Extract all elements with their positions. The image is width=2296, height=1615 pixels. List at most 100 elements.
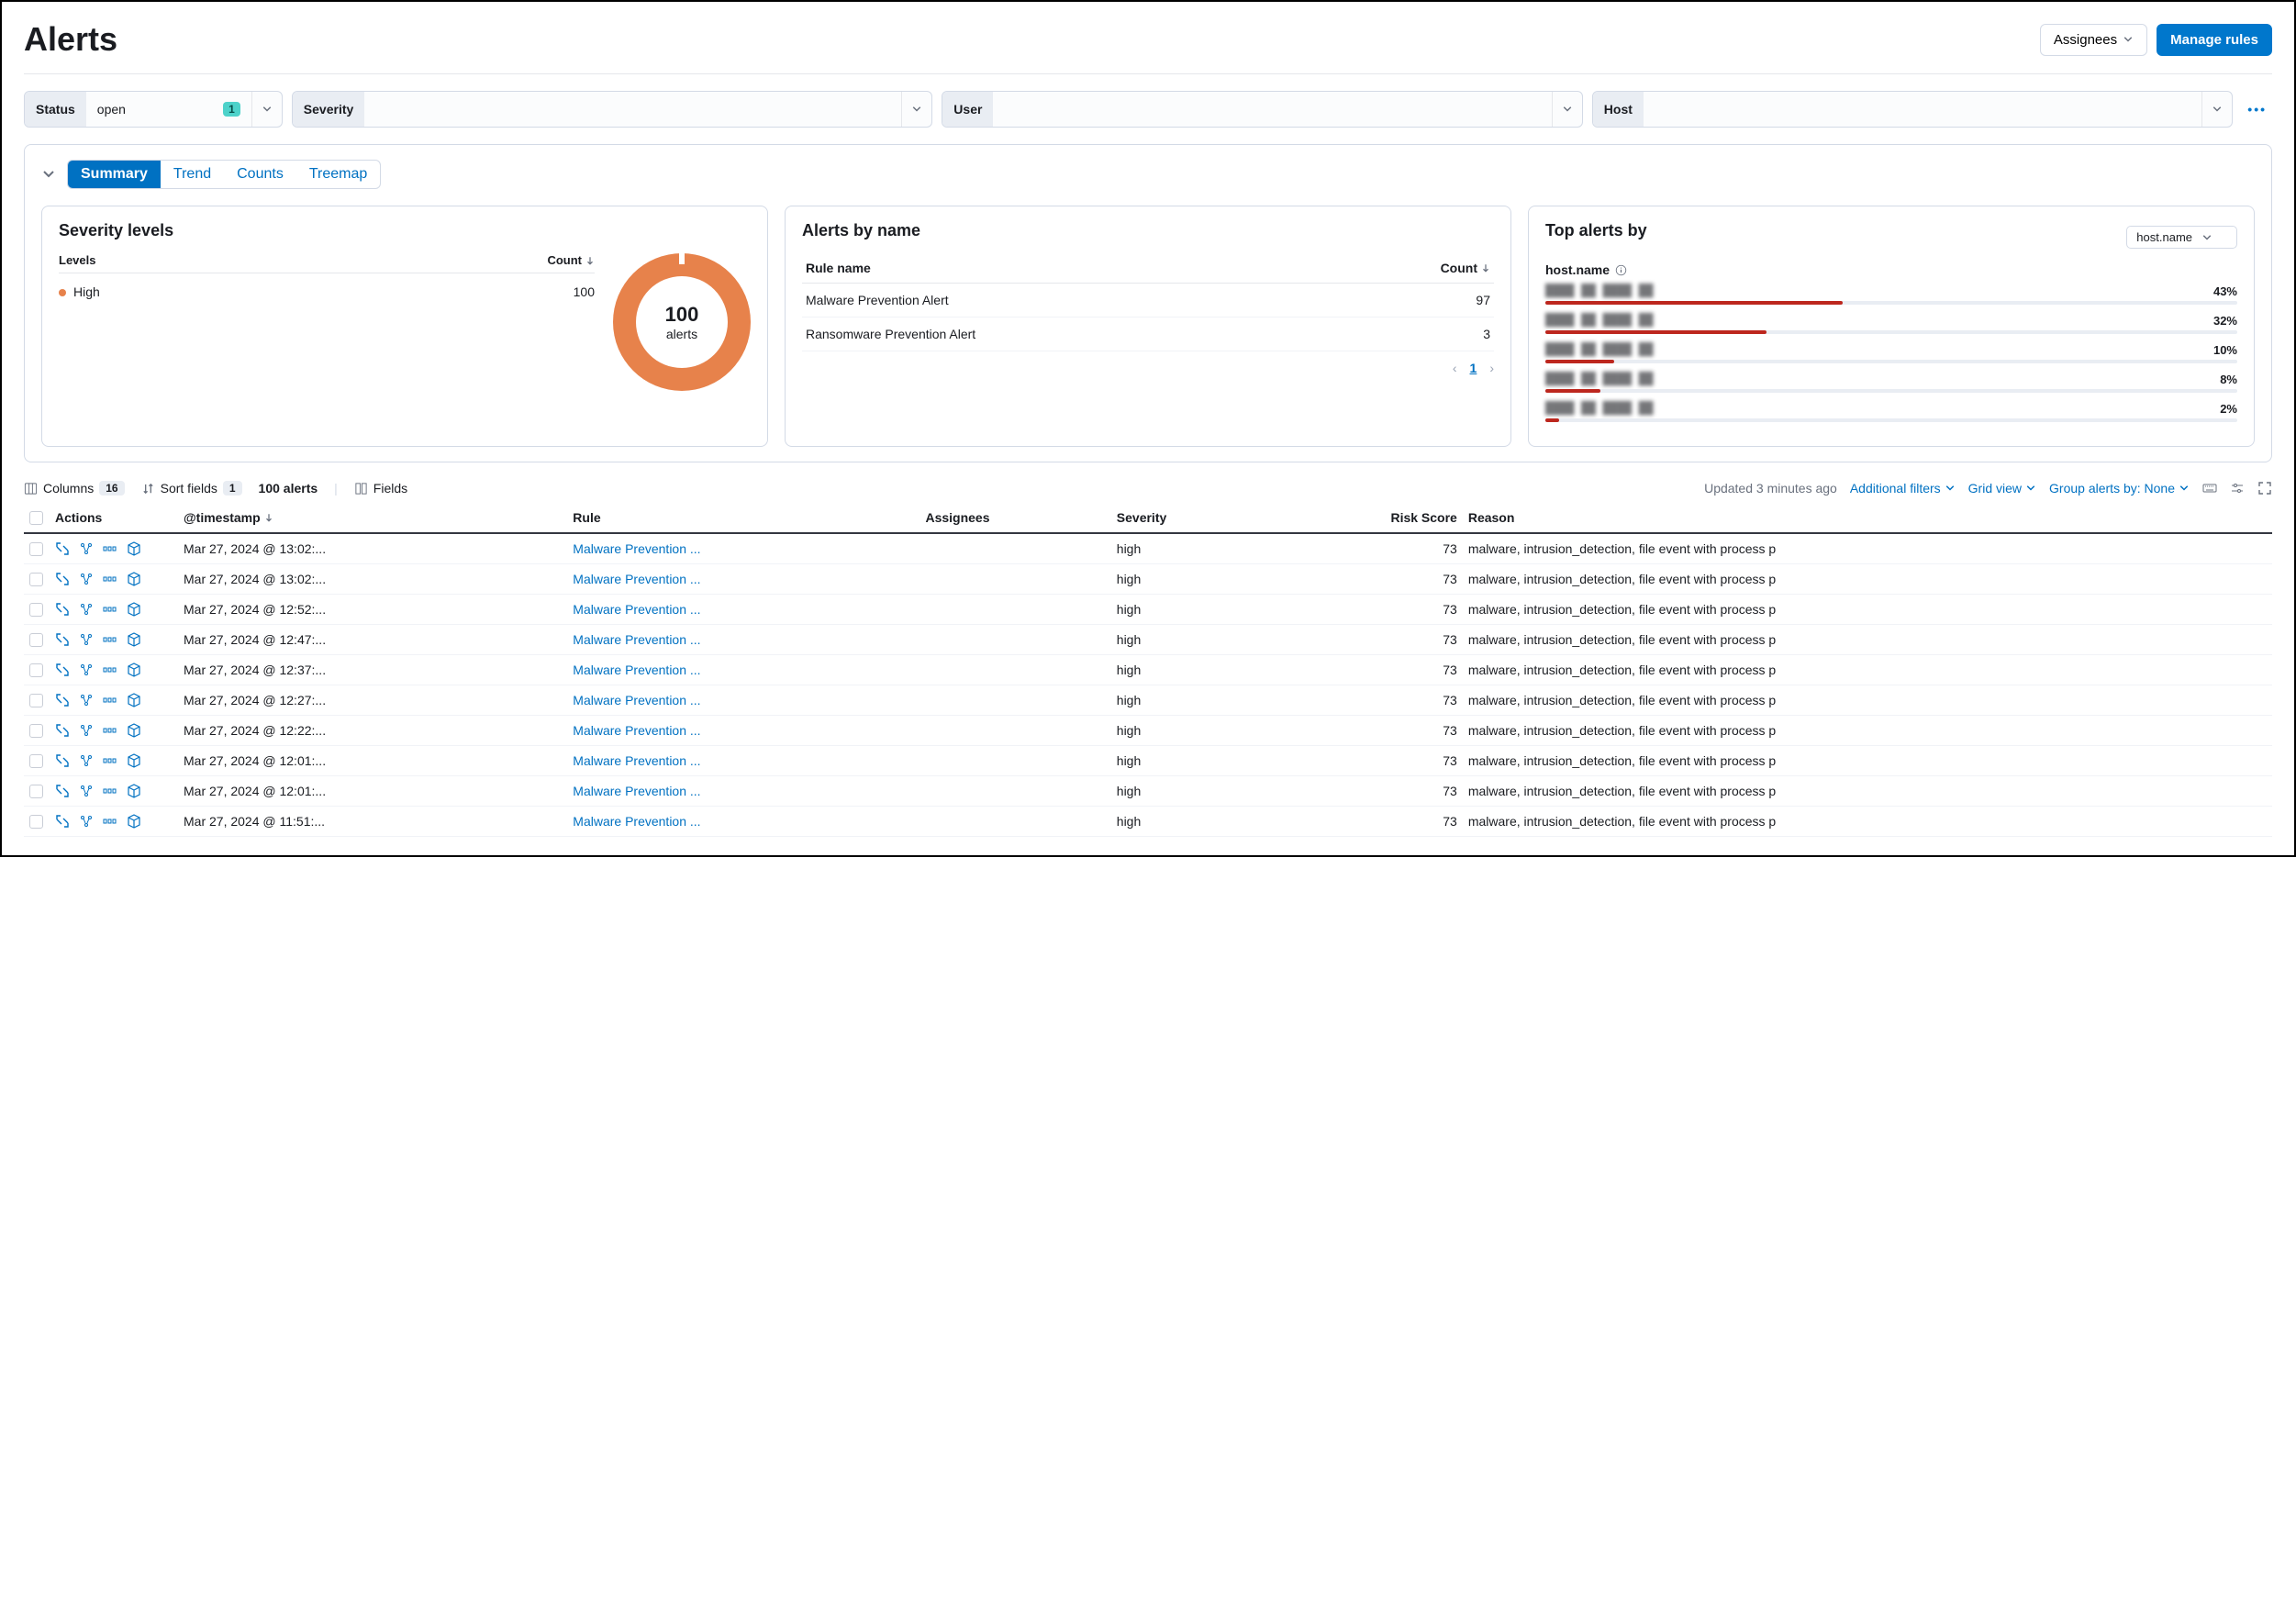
- table-row[interactable]: Mar 27, 2024 @ 12:22:...Malware Preventi…: [24, 716, 2272, 746]
- severity-filter[interactable]: Severity: [292, 91, 933, 128]
- rule-link[interactable]: Malware Prevention ...: [573, 602, 700, 617]
- manage-rules-button[interactable]: Manage rules: [2157, 24, 2272, 56]
- top-alert-bar[interactable]: ████ ██ ████ ██10%: [1545, 343, 2237, 363]
- session-icon[interactable]: [103, 541, 117, 556]
- row-checkbox[interactable]: [29, 663, 43, 677]
- cube-icon[interactable]: [127, 723, 141, 738]
- top-alert-bar[interactable]: ████ ██ ████ ██2%: [1545, 402, 2237, 422]
- analyze-icon[interactable]: [79, 784, 94, 798]
- rule-link[interactable]: Malware Prevention ...: [573, 784, 700, 798]
- row-checkbox[interactable]: [29, 603, 43, 617]
- sort-fields-button[interactable]: Sort fields 1: [141, 481, 242, 496]
- analyze-icon[interactable]: [79, 602, 94, 617]
- fields-button[interactable]: Fields: [354, 481, 407, 496]
- col-risk[interactable]: Risk Score: [1266, 503, 1463, 533]
- col-timestamp[interactable]: @timestamp: [178, 503, 567, 533]
- row-checkbox[interactable]: [29, 694, 43, 707]
- row-checkbox[interactable]: [29, 754, 43, 768]
- rule-link[interactable]: Malware Prevention ...: [573, 814, 700, 829]
- expand-icon[interactable]: [55, 572, 70, 586]
- rule-link[interactable]: Malware Prevention ...: [573, 572, 700, 586]
- session-icon[interactable]: [103, 632, 117, 647]
- pager-next-icon[interactable]: ›: [1489, 361, 1494, 375]
- col-reason[interactable]: Reason: [1463, 503, 2272, 533]
- top-alert-bar[interactable]: ████ ██ ████ ██8%: [1545, 373, 2237, 393]
- session-icon[interactable]: [103, 602, 117, 617]
- cube-icon[interactable]: [127, 663, 141, 677]
- analyze-icon[interactable]: [79, 663, 94, 677]
- row-checkbox[interactable]: [29, 573, 43, 586]
- analyze-icon[interactable]: [79, 541, 94, 556]
- additional-filters-link[interactable]: Additional filters: [1850, 481, 1956, 496]
- expand-icon[interactable]: [55, 723, 70, 738]
- rule-link[interactable]: Malware Prevention ...: [573, 632, 700, 647]
- status-filter[interactable]: Status open 1: [24, 91, 283, 128]
- cube-icon[interactable]: [127, 602, 141, 617]
- keyboard-icon[interactable]: [2202, 481, 2217, 496]
- alerts-by-name-row[interactable]: Malware Prevention Alert97: [802, 284, 1494, 317]
- analyze-icon[interactable]: [79, 632, 94, 647]
- table-row[interactable]: Mar 27, 2024 @ 12:27:...Malware Preventi…: [24, 685, 2272, 716]
- table-row[interactable]: Mar 27, 2024 @ 12:37:...Malware Preventi…: [24, 655, 2272, 685]
- columns-button[interactable]: Columns 16: [24, 481, 125, 496]
- fullscreen-icon[interactable]: [2257, 481, 2272, 496]
- expand-icon[interactable]: [55, 541, 70, 556]
- table-row[interactable]: Mar 27, 2024 @ 12:52:...Malware Preventi…: [24, 595, 2272, 625]
- session-icon[interactable]: [103, 693, 117, 707]
- col-rule[interactable]: Rule: [567, 503, 920, 533]
- row-checkbox[interactable]: [29, 815, 43, 829]
- cube-icon[interactable]: [127, 693, 141, 707]
- col-assignees[interactable]: Assignees: [920, 503, 1110, 533]
- row-checkbox[interactable]: [29, 724, 43, 738]
- table-row[interactable]: Mar 27, 2024 @ 11:51:...Malware Preventi…: [24, 807, 2272, 837]
- sort-down-icon[interactable]: [585, 256, 595, 265]
- settings-sliders-icon[interactable]: [2230, 481, 2245, 496]
- analyze-icon[interactable]: [79, 814, 94, 829]
- analyze-icon[interactable]: [79, 572, 94, 586]
- rule-link[interactable]: Malware Prevention ...: [573, 753, 700, 768]
- expand-icon[interactable]: [55, 753, 70, 768]
- expand-icon[interactable]: [55, 814, 70, 829]
- tab-treemap[interactable]: Treemap: [296, 161, 380, 188]
- assignees-dropdown[interactable]: Assignees: [2040, 24, 2147, 56]
- session-icon[interactable]: [103, 784, 117, 798]
- row-checkbox[interactable]: [29, 785, 43, 798]
- expand-icon[interactable]: [55, 663, 70, 677]
- alerts-by-name-row[interactable]: Ransomware Prevention Alert3: [802, 317, 1494, 351]
- top-alerts-select[interactable]: host.name: [2126, 226, 2237, 249]
- tab-summary[interactable]: Summary: [68, 161, 161, 188]
- rule-link[interactable]: Malware Prevention ...: [573, 663, 700, 677]
- pager-prev-icon[interactable]: ‹: [1453, 361, 1457, 375]
- expand-icon[interactable]: [55, 602, 70, 617]
- col-severity[interactable]: Severity: [1111, 503, 1266, 533]
- grid-view-link[interactable]: Grid view: [1968, 481, 2036, 496]
- top-alert-bar[interactable]: ████ ██ ████ ██32%: [1545, 314, 2237, 334]
- table-row[interactable]: Mar 27, 2024 @ 12:01:...Malware Preventi…: [24, 776, 2272, 807]
- analyze-icon[interactable]: [79, 753, 94, 768]
- row-checkbox[interactable]: [29, 542, 43, 556]
- collapse-icon[interactable]: [41, 167, 56, 182]
- session-icon[interactable]: [103, 814, 117, 829]
- cube-icon[interactable]: [127, 541, 141, 556]
- info-icon[interactable]: [1615, 264, 1627, 276]
- more-filters-icon[interactable]: •••: [2242, 102, 2272, 117]
- table-row[interactable]: Mar 27, 2024 @ 12:47:...Malware Preventi…: [24, 625, 2272, 655]
- expand-icon[interactable]: [55, 784, 70, 798]
- rule-link[interactable]: Malware Prevention ...: [573, 541, 700, 556]
- session-icon[interactable]: [103, 753, 117, 768]
- rule-link[interactable]: Malware Prevention ...: [573, 723, 700, 738]
- host-filter[interactable]: Host: [1592, 91, 2234, 128]
- session-icon[interactable]: [103, 663, 117, 677]
- analyze-icon[interactable]: [79, 723, 94, 738]
- row-checkbox[interactable]: [29, 633, 43, 647]
- table-row[interactable]: Mar 27, 2024 @ 13:02:...Malware Preventi…: [24, 564, 2272, 595]
- user-filter[interactable]: User: [942, 91, 1583, 128]
- tab-trend[interactable]: Trend: [161, 161, 224, 188]
- expand-icon[interactable]: [55, 693, 70, 707]
- expand-icon[interactable]: [55, 632, 70, 647]
- sort-down-icon[interactable]: [1481, 263, 1490, 273]
- session-icon[interactable]: [103, 723, 117, 738]
- group-by-link[interactable]: Group alerts by: None: [2049, 481, 2190, 496]
- table-row[interactable]: Mar 27, 2024 @ 13:02:...Malware Preventi…: [24, 533, 2272, 564]
- cube-icon[interactable]: [127, 784, 141, 798]
